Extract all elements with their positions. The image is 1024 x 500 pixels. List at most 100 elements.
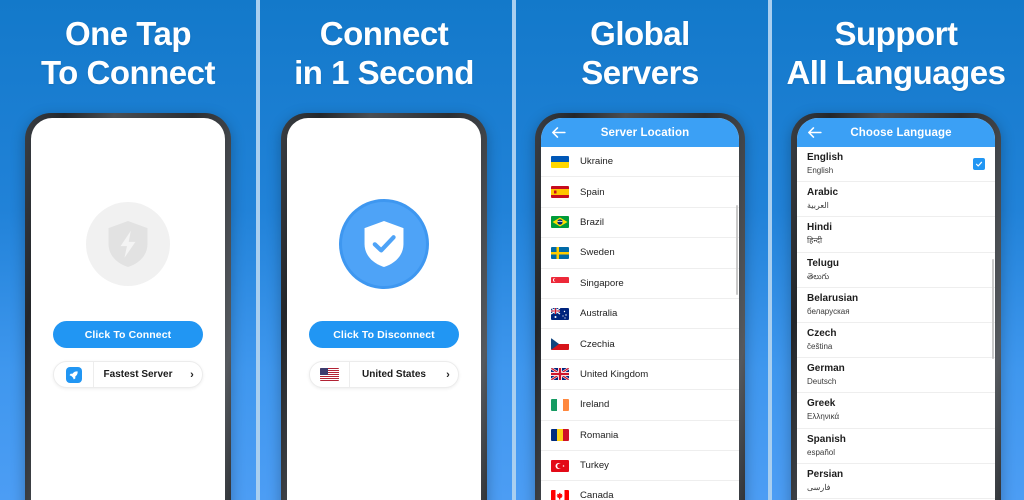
flag-cz-icon [551,338,569,351]
promo-panel-global-servers: Global Servers Server Location Ukraine Sp… [512,0,768,500]
server-list-item[interactable]: Brazil [541,208,739,239]
selected-check-icon [973,158,985,171]
headline-line-1: Support [834,15,958,52]
phone-screen: Click To Connect Fastest Server › [31,118,225,500]
flag-sg-icon [551,277,569,290]
phone-mockup: Click To Connect Fastest Server › [25,113,231,500]
flag-gb-icon [551,368,569,381]
promo-panel-connect-1s: Connect in 1 Second Click To Disconnect [256,0,512,500]
server-list-item[interactable]: Canada [541,481,739,500]
promo-panel-one-tap: One Tap To Connect Click To Connect Fast… [0,0,256,500]
chevron-right-icon: › [446,368,450,381]
shield-bolt-icon[interactable] [86,202,170,286]
promo-panel-languages: Support All Languages Choose Language En… [768,0,1024,500]
server-name: Ukraine [580,156,614,168]
connect-button[interactable]: Click To Connect [53,321,203,348]
language-native-name: فارسی [807,482,831,492]
server-list-item[interactable]: Romania [541,421,739,451]
headline-line-1: Connect [319,15,449,52]
language-name: Belarusian [807,292,859,304]
server-label: United States [362,369,426,380]
server-list-item[interactable]: Australia [541,299,739,330]
server-list-item[interactable]: Turkey [541,451,739,482]
shield-check-glyph [364,221,404,267]
server-list-item[interactable]: Singapore [541,269,739,299]
language-text: Spanish español [807,434,985,458]
language-text: Telugu తెలుగు [807,258,985,282]
vpn-home-screen: Click To Disconnect United States › [287,118,481,500]
language-name: English [807,152,844,164]
language-list-item[interactable]: Belarusian беларуская [797,288,995,323]
server-selector-row[interactable]: Fastest Server › [53,361,203,388]
panel-divider-3 [768,0,772,500]
chevron-right-icon: › [190,368,194,381]
panel-divider-2 [512,0,516,500]
language-name: Persian [807,468,844,480]
language-list-item[interactable]: Telugu తెలుగు [797,253,995,288]
server-selector-row[interactable]: United States › [309,361,459,388]
server-name: United Kingdom [580,368,649,380]
phone-screen: Choose Language English English Arabic العر… [797,118,995,500]
language-list-item[interactable]: Spanish español [797,429,995,464]
server-name: Spain [580,186,605,198]
language-native-name: español [807,447,836,457]
server-list-item[interactable]: Czechia [541,329,739,360]
scrollbar-thumb[interactable] [736,205,738,295]
language-name: Arabic [807,187,839,199]
server-list-item[interactable]: United Kingdom [541,360,739,391]
shield-check-icon[interactable] [342,202,426,286]
headline-line-2: in 1 Second [294,54,474,91]
language-list-item[interactable]: English English [797,147,995,183]
rocket-icon [54,362,94,387]
language-list[interactable]: English English Arabic العربية Hindi हिन्दी Te… [797,147,995,500]
language-name: Hindi [807,222,832,234]
server-list-item[interactable]: Ireland [541,390,739,421]
headline-line-2: All Languages [786,54,1006,91]
language-text: Persian فارسی [807,469,985,493]
server-name: Canada [580,490,614,500]
server-list-item[interactable]: Sweden [541,238,739,269]
phone-mockup: Choose Language English English Arabic العر… [791,113,1001,500]
disconnect-button[interactable]: Click To Disconnect [309,321,459,348]
headline-line-1: One Tap [64,15,192,52]
language-list-item[interactable]: Greek Ελληνικά [797,393,995,429]
server-name: Singapore [580,277,624,289]
rocket-chip [65,366,82,383]
panel-headline: One Tap To Connect [0,0,256,92]
scrollbar-thumb[interactable] [992,259,994,359]
language-list-item[interactable]: Czech čeština [797,323,995,359]
panel-headline: Support All Languages [768,0,1024,92]
flag-br-icon [551,216,569,229]
screenshot-stage: One Tap To Connect Click To Connect Fast… [0,0,1024,500]
language-name: Czech [807,328,837,340]
server-name: Romania [580,429,619,441]
flag-us-glyph [320,368,339,381]
back-arrow-icon[interactable] [550,124,567,141]
language-native-name: العربية [807,201,829,211]
language-text: Arabic العربية [807,187,985,211]
flag-ca-icon [551,489,569,500]
language-text: Greek Ελληνικά [807,398,985,422]
language-list-item[interactable]: Hindi हिन्दी [797,217,995,253]
phone-screen: Server Location Ukraine Spain Brazil Sweden… [541,118,739,500]
panel-headline: Connect in 1 Second [256,0,512,92]
language-text: Czech čeština [807,328,985,352]
language-name: Spanish [807,433,846,445]
flag-au-icon [551,307,569,320]
language-list-item[interactable]: Arabic العربية [797,182,995,218]
flag-ro-icon [551,429,569,442]
language-text: Hindi हिन्दी [807,222,985,246]
language-list-item[interactable]: German Deutsch [797,358,995,394]
server-list-item[interactable]: Spain [541,177,739,208]
language-native-name: Deutsch [807,377,837,387]
server-list-item[interactable]: Ukraine [541,147,739,178]
phone-screen: Click To Disconnect United States › [287,118,481,500]
server-label: Fastest Server [103,369,173,380]
language-text: Belarusian беларуская [807,293,985,317]
choose-language-appbar: Choose Language [797,118,995,147]
back-arrow-icon[interactable] [806,124,823,141]
server-list[interactable]: Ukraine Spain Brazil Sweden Singapore Austral… [541,147,739,500]
server-name: Ireland [580,399,610,411]
appbar-title: Server Location [600,126,690,139]
language-list-item[interactable]: Persian فارسی [797,464,995,499]
